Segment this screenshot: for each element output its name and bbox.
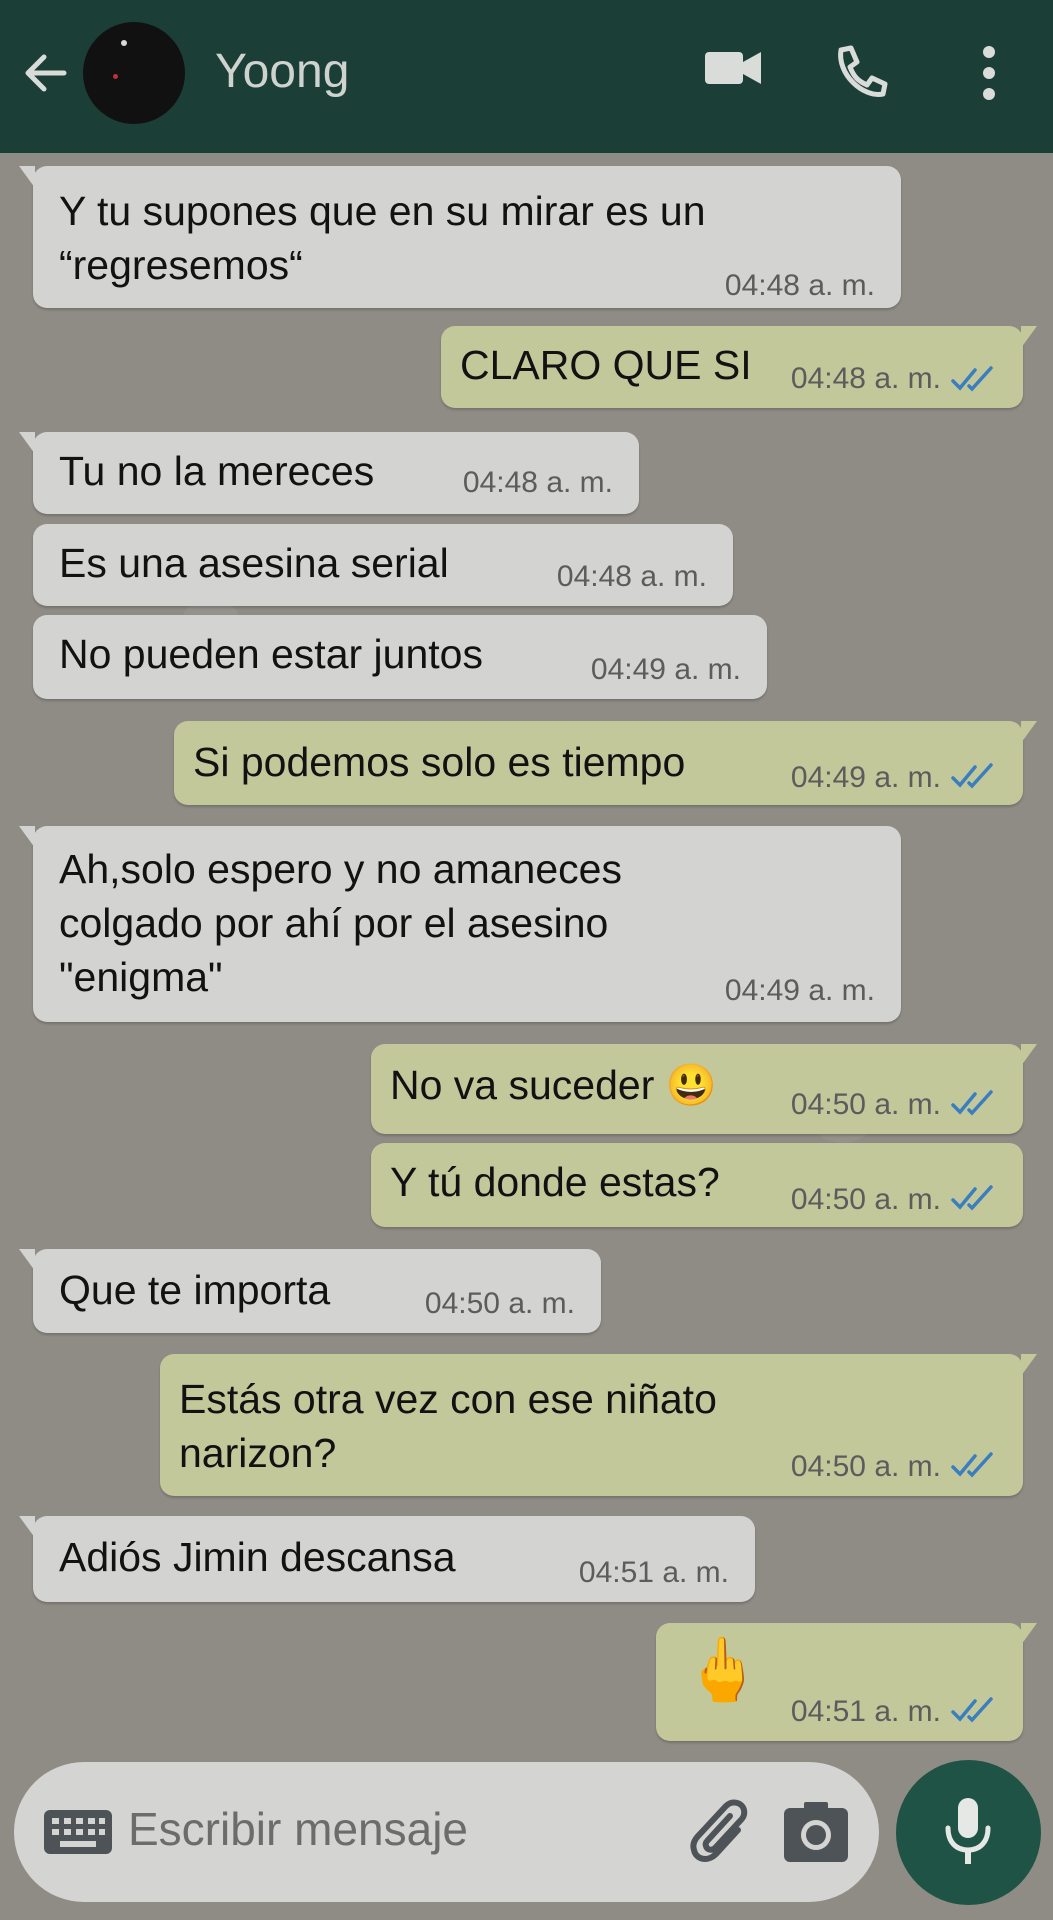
bubble-tail (1021, 1354, 1037, 1376)
voice-call-icon[interactable] (833, 44, 889, 100)
bubble-tail (19, 1249, 35, 1271)
bubble-tail (1021, 1623, 1037, 1645)
message-bubble[interactable]: Tu no la mereces 04:48 a. m. (19, 432, 639, 514)
avatar-detail (113, 74, 118, 79)
read-receipt-icon (951, 366, 993, 392)
avatar-detail (121, 40, 127, 46)
message-time: 04:50 a. m. (790, 1088, 941, 1121)
message-input[interactable]: Escribir mensaje (128, 1802, 468, 1856)
back-arrow-icon[interactable] (18, 45, 74, 101)
message-time: 04:48 a. m. (790, 362, 941, 395)
message-composer[interactable]: Escribir mensaje (14, 1762, 879, 1902)
bubble-tail (1021, 1044, 1037, 1066)
message-time: 04:49 a. m. (724, 974, 875, 1007)
message-time: 04:48 a. m. (556, 560, 707, 593)
message-bubble[interactable]: Si podemos solo es tiempo 04:49 a. m. (174, 721, 1037, 805)
message-text: Ah,solo espero y no amaneces colgado por… (59, 846, 622, 1000)
read-receipt-icon (951, 1090, 993, 1116)
avatar[interactable] (83, 22, 185, 124)
message-text: No pueden estar juntos (59, 631, 483, 677)
message-time: 04:50 a. m. (790, 1450, 941, 1483)
message-text: Si podemos solo es tiempo (193, 739, 686, 785)
message-time: 04:49 a. m. (590, 653, 741, 686)
paperclip-icon[interactable] (686, 1794, 756, 1870)
message-text: No va suceder 😃 (390, 1062, 717, 1108)
read-receipt-icon (951, 1452, 993, 1478)
video-call-icon[interactable] (705, 48, 761, 88)
message-time: 04:50 a. m. (790, 1183, 941, 1216)
bubble-tail (19, 826, 35, 848)
message-text: Adiós Jimin descansa (59, 1534, 456, 1580)
message-bubble[interactable]: Estás otra vez con ese niñato narizon? 0… (160, 1354, 1037, 1496)
chat-header: Yoong (0, 0, 1053, 153)
message-bubble[interactable]: CLARO QUE SI 04:48 a. m. (441, 326, 1037, 408)
keyboard-icon[interactable] (44, 1810, 112, 1854)
read-receipt-icon (951, 1185, 993, 1211)
bubble-tail (19, 1516, 35, 1538)
message-text: Tu no la mereces (59, 448, 375, 494)
message-time: 04:49 a. m. (790, 761, 941, 794)
camera-icon[interactable] (784, 1802, 848, 1862)
microphone-icon (945, 1798, 991, 1864)
message-bubble[interactable]: No pueden estar juntos 04:49 a. m. (33, 615, 767, 699)
read-receipt-icon (951, 763, 993, 789)
message-bubble[interactable]: 🖕 04:51 a. m. (656, 1623, 1037, 1741)
message-time: 04:48 a. m. (462, 466, 613, 499)
message-text: Que te importa (59, 1267, 331, 1313)
bubble-tail (1021, 326, 1037, 348)
bubble-tail (1021, 721, 1037, 743)
message-text: Y tu supones que en su mirar es un “regr… (59, 188, 706, 288)
message-text: CLARO QUE SI (460, 342, 752, 388)
message-time: 04:50 a. m. (424, 1287, 575, 1320)
message-text: Y tú donde estas? (390, 1159, 720, 1205)
message-text: Es una asesina serial (59, 540, 449, 586)
message-list[interactable]: Y tu supones que en su mirar es un “regr… (0, 153, 1053, 1741)
message-bubble[interactable]: Y tú donde estas? 04:50 a. m. (371, 1143, 1023, 1227)
message-time: 04:51 a. m. (578, 1556, 729, 1589)
message-bubble[interactable]: Y tu supones que en su mirar es un “regr… (19, 166, 901, 308)
message-bubble[interactable]: Ah,solo espero y no amaneces colgado por… (19, 826, 901, 1022)
message-bubble[interactable]: Que te importa 04:50 a. m. (19, 1249, 601, 1333)
contact-name[interactable]: Yoong (215, 44, 349, 99)
message-bubble[interactable]: No va suceder 😃 04:50 a. m. (371, 1044, 1037, 1134)
more-options-icon[interactable] (978, 44, 1000, 102)
read-receipt-icon (951, 1697, 993, 1723)
bubble-tail (19, 166, 35, 188)
message-bubble[interactable]: Adiós Jimin descansa 04:51 a. m. (19, 1516, 755, 1602)
microphone-button[interactable] (896, 1760, 1041, 1905)
message-time: 04:48 a. m. (724, 269, 875, 302)
message-text: Estás otra vez con ese niñato narizon? (179, 1376, 717, 1476)
bubble-tail (19, 432, 35, 454)
message-time: 04:51 a. m. (790, 1695, 941, 1728)
message-bubble[interactable]: Es una asesina serial 04:48 a. m. (33, 524, 733, 606)
message-text: 🖕 (684, 1636, 762, 1705)
